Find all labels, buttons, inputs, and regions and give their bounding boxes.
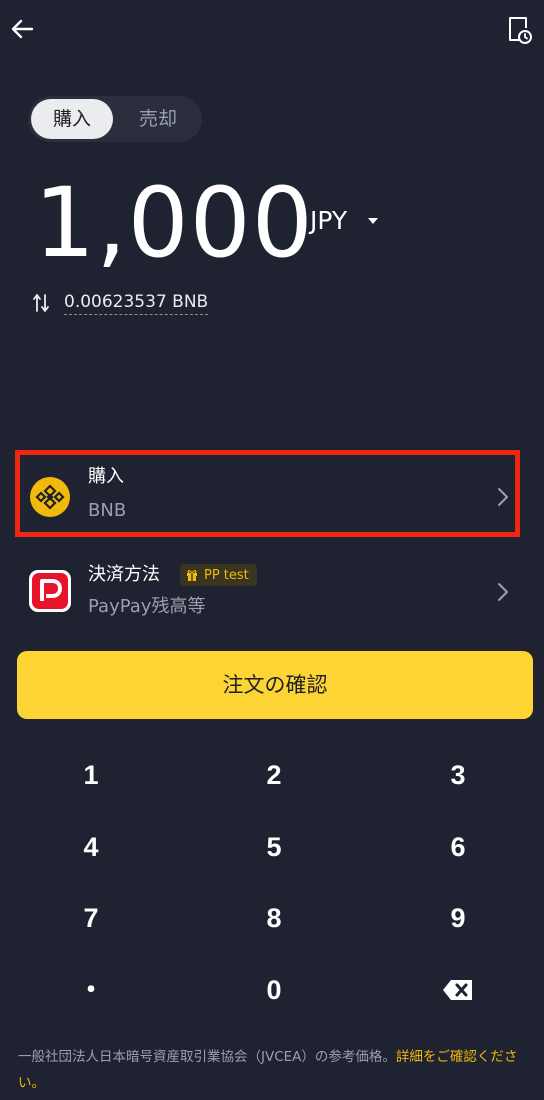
confirm-order-button[interactable]: 注文の確認 xyxy=(17,651,533,719)
keypad-key-6[interactable]: 6 xyxy=(398,817,518,877)
keypad-key-decimal[interactable]: ・ xyxy=(31,960,151,1020)
arrow-left-icon[interactable] xyxy=(8,14,38,44)
payment-method-row[interactable] xyxy=(0,548,544,644)
document-clock-icon[interactable] xyxy=(504,14,534,46)
tab-buy[interactable]: 購入 xyxy=(31,99,113,139)
amount-display: 1,000 xyxy=(34,167,314,279)
chevron-right-icon xyxy=(498,488,508,506)
buy-row-title: 購入 xyxy=(88,466,124,487)
keypad-key-5[interactable]: 5 xyxy=(214,817,334,877)
swap-vertical-icon[interactable] xyxy=(32,293,50,313)
buy-sell-toggle: 購入 売却 xyxy=(28,96,202,142)
keypad-key-delete[interactable] xyxy=(398,960,518,1020)
buy-asset-row[interactable] xyxy=(15,450,520,537)
bnb-coin-icon xyxy=(30,477,70,517)
keypad-key-3[interactable]: 3 xyxy=(398,745,518,805)
caret-down-icon[interactable] xyxy=(368,218,378,224)
top-bar xyxy=(0,0,544,64)
payment-row-title: 決済方法 xyxy=(88,564,160,585)
keypad-key-7[interactable]: 7 xyxy=(31,888,151,948)
keypad-key-4[interactable]: 4 xyxy=(31,817,151,877)
promo-badge-label: PP test xyxy=(204,567,249,583)
disclaimer: 一般社団法人日本暗号資産取引業協会（JVCEA）の参考価格。詳細をご確認ください… xyxy=(18,1044,530,1096)
keypad-key-0[interactable]: 0 xyxy=(214,960,334,1020)
currency-selector[interactable]: JPY xyxy=(310,205,347,237)
tab-sell[interactable]: 売却 xyxy=(118,99,198,139)
chevron-right-icon xyxy=(498,583,508,601)
buy-row-asset: BNB xyxy=(88,500,127,521)
disclaimer-text: 一般社団法人日本暗号資産取引業協会（JVCEA）の参考価格。 xyxy=(18,1049,396,1065)
crypto-equivalent[interactable]: 0.00623537 BNB xyxy=(64,292,209,315)
keypad-key-2[interactable]: 2 xyxy=(214,745,334,805)
backspace-icon xyxy=(443,980,472,1000)
payment-row-method: PayPay残高等 xyxy=(88,596,206,617)
keypad-key-8[interactable]: 8 xyxy=(214,888,334,948)
keypad-key-9[interactable]: 9 xyxy=(398,888,518,948)
gift-icon xyxy=(187,570,197,581)
promo-badge: PP test xyxy=(180,564,257,586)
keypad-key-1[interactable]: 1 xyxy=(31,745,151,805)
paypay-logo-icon xyxy=(29,570,71,612)
